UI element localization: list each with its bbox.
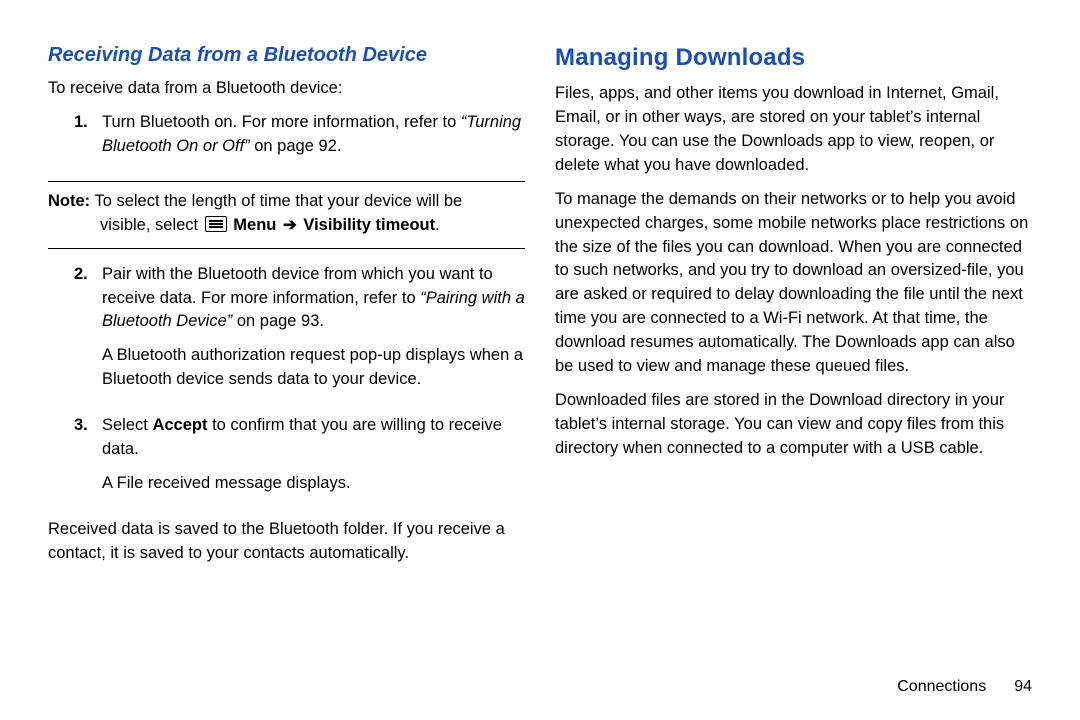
step-1: 1. Turn Bluetooth on. For more informati… (74, 111, 525, 169)
para-2: To manage the demands on their networks … (555, 188, 1032, 379)
step-number: 3. (74, 414, 102, 506)
note-label: Note: (48, 192, 90, 210)
page-footer: Connections 94 (897, 678, 1032, 696)
step-2-detail: A Bluetooth authorization request pop-up… (102, 344, 525, 392)
section-heading: Managing Downloads (555, 44, 1032, 72)
left-column: Receiving Data from a Bluetooth Device T… (48, 44, 525, 576)
step-number: 2. (74, 263, 102, 403)
step-2-text: Pair with the Bluetooth device from whic… (102, 263, 525, 335)
step-3-text: Select Accept to confirm that you are wi… (102, 414, 525, 462)
footer-page-number: 94 (1014, 678, 1032, 695)
step-number: 1. (74, 111, 102, 169)
note-box: Note: To select the length of time that … (48, 181, 525, 249)
step-2: 2. Pair with the Bluetooth device from w… (74, 263, 525, 403)
right-column: Managing Downloads Files, apps, and othe… (555, 44, 1032, 576)
subsection-heading: Receiving Data from a Bluetooth Device (48, 44, 525, 67)
step-1-text: Turn Bluetooth on. For more information,… (102, 111, 525, 159)
menu-icon (205, 216, 227, 232)
para-1: Files, apps, and other items you downloa… (555, 82, 1032, 178)
footer-section: Connections (897, 678, 986, 695)
arrow-icon: ➔ (283, 214, 297, 238)
para-3: Downloaded files are stored in the Downl… (555, 389, 1032, 461)
step-3-detail: A File received message displays. (102, 472, 525, 496)
closing-text: Received data is saved to the Bluetooth … (48, 518, 525, 566)
step-3: 3. Select Accept to confirm that you are… (74, 414, 525, 506)
intro-text: To receive data from a Bluetooth device: (48, 77, 525, 101)
